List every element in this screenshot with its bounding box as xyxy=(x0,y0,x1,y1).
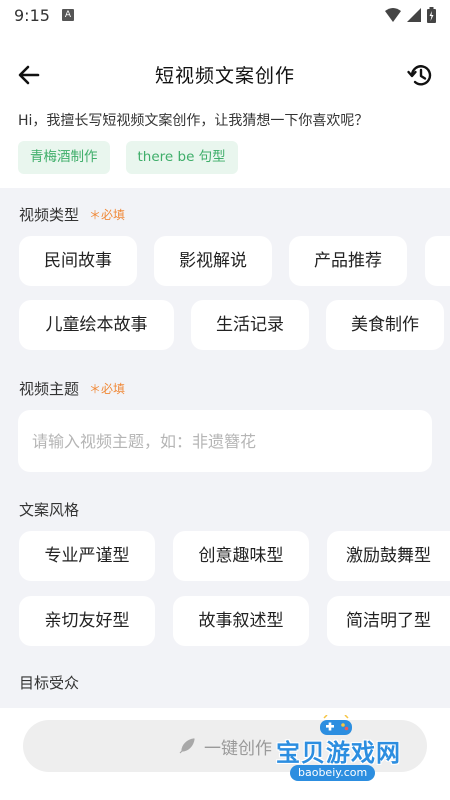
battery-icon xyxy=(427,7,436,23)
watermark: 宝贝游戏网 baobeiy.com xyxy=(270,715,446,785)
video-type-option[interactable]: 儿童绘本故事 xyxy=(19,300,174,350)
video-type-option[interactable]: 美食制作 xyxy=(326,300,444,350)
header: 短视频文案创作 xyxy=(0,52,450,96)
copy-style-label-text: 文案风格 xyxy=(19,501,80,519)
video-type-option[interactable]: 生活记录 xyxy=(191,300,309,350)
copy-style-option[interactable]: 专业严谨型 xyxy=(19,531,155,581)
video-type-option[interactable]: 民间故事 xyxy=(19,236,137,286)
back-arrow-icon[interactable] xyxy=(16,62,42,88)
copy-style-option[interactable]: 亲切友好型 xyxy=(19,596,155,646)
required-tag: ＊必填 xyxy=(89,382,126,396)
video-type-label: 视频类型 ＊必填 xyxy=(19,204,125,225)
feather-icon xyxy=(179,738,195,754)
copy-style-label: 文案风格 xyxy=(19,499,79,520)
video-topic-label: 视频主题 ＊必填 xyxy=(19,378,125,399)
video-type-option[interactable]: 产品推荐 xyxy=(289,236,407,286)
video-type-option-partial[interactable] xyxy=(425,236,450,286)
status-time: 9:15 xyxy=(14,5,50,25)
video-type-option[interactable]: 影视解说 xyxy=(154,236,272,286)
status-bar: 9:15 A xyxy=(0,0,450,30)
page-title: 短视频文案创作 xyxy=(154,64,295,87)
status-right xyxy=(385,7,436,23)
video-type-label-text: 视频类型 xyxy=(19,206,80,224)
required-tag: ＊必填 xyxy=(89,208,126,222)
target-audience-label-text: 目标受众 xyxy=(19,674,80,692)
copy-style-option[interactable]: 简洁明了型 xyxy=(327,596,450,646)
watermark-name: 宝贝游戏网 xyxy=(276,739,401,767)
history-icon[interactable] xyxy=(406,61,434,89)
copy-style-option[interactable]: 激励鼓舞型 xyxy=(327,531,450,581)
watermark-url: baobeiy.com xyxy=(290,765,376,781)
suggestion-chip[interactable]: there be 句型 xyxy=(125,141,238,174)
form-area: 视频类型 ＊必填 民间故事 影视解说 产品推荐 儿童绘本故事 生活记录 美食制作… xyxy=(0,188,450,708)
greeting-text: Hi，我擅长写短视频文案创作，让我猜想一下你喜欢呢？ xyxy=(18,113,369,129)
suggestion-chip[interactable]: 青梅酒制作 xyxy=(18,141,110,174)
create-button-label: 一键创作 xyxy=(204,738,272,759)
target-audience-label: 目标受众 xyxy=(19,672,79,693)
signal-icon xyxy=(385,8,401,22)
notification-a-icon: A xyxy=(61,9,74,21)
copy-style-option[interactable]: 创意趣味型 xyxy=(173,531,309,581)
copy-style-option[interactable]: 故事叙述型 xyxy=(173,596,309,646)
video-topic-label-text: 视频主题 xyxy=(19,380,80,398)
suggestion-row: 青梅酒制作 there be 句型 xyxy=(18,141,238,174)
cell-signal-icon xyxy=(407,8,421,22)
video-topic-input[interactable] xyxy=(18,410,432,472)
